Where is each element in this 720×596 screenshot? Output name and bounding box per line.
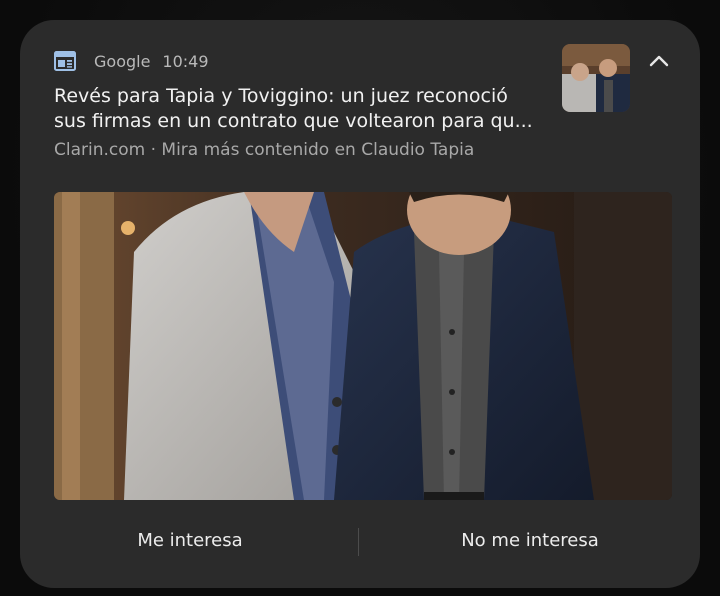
notification-header: Google 10:49 — [54, 50, 209, 72]
notification-time: 10:49 — [162, 51, 209, 71]
app-name: Google — [94, 51, 151, 71]
chevron-up-icon[interactable] — [648, 50, 670, 72]
notification-actions: Me interesa No me interesa — [20, 520, 700, 562]
title-line-1: Revés para Tapia y Toviggino: un juez re… — [54, 85, 508, 107]
screen: Google 10:49 Revés para Tapia y Toviggin… — [0, 0, 720, 596]
thumbnail-image — [562, 44, 630, 112]
article-image[interactable] — [54, 192, 672, 500]
source-line[interactable]: Clarin.com · Mira más contenido en Claud… — [54, 140, 474, 160]
no-me-interesa-button[interactable]: No me interesa — [360, 520, 700, 562]
title-line-2: sus firmas en un contrato que voltearon … — [54, 110, 533, 132]
notification-title[interactable]: Revés para Tapia y Toviggino: un juez re… — [54, 84, 544, 134]
actions-divider — [358, 528, 359, 556]
notification-card[interactable]: Google 10:49 Revés para Tapia y Toviggin… — [20, 20, 700, 588]
me-interesa-button[interactable]: Me interesa — [20, 520, 360, 562]
news-icon — [54, 51, 76, 71]
